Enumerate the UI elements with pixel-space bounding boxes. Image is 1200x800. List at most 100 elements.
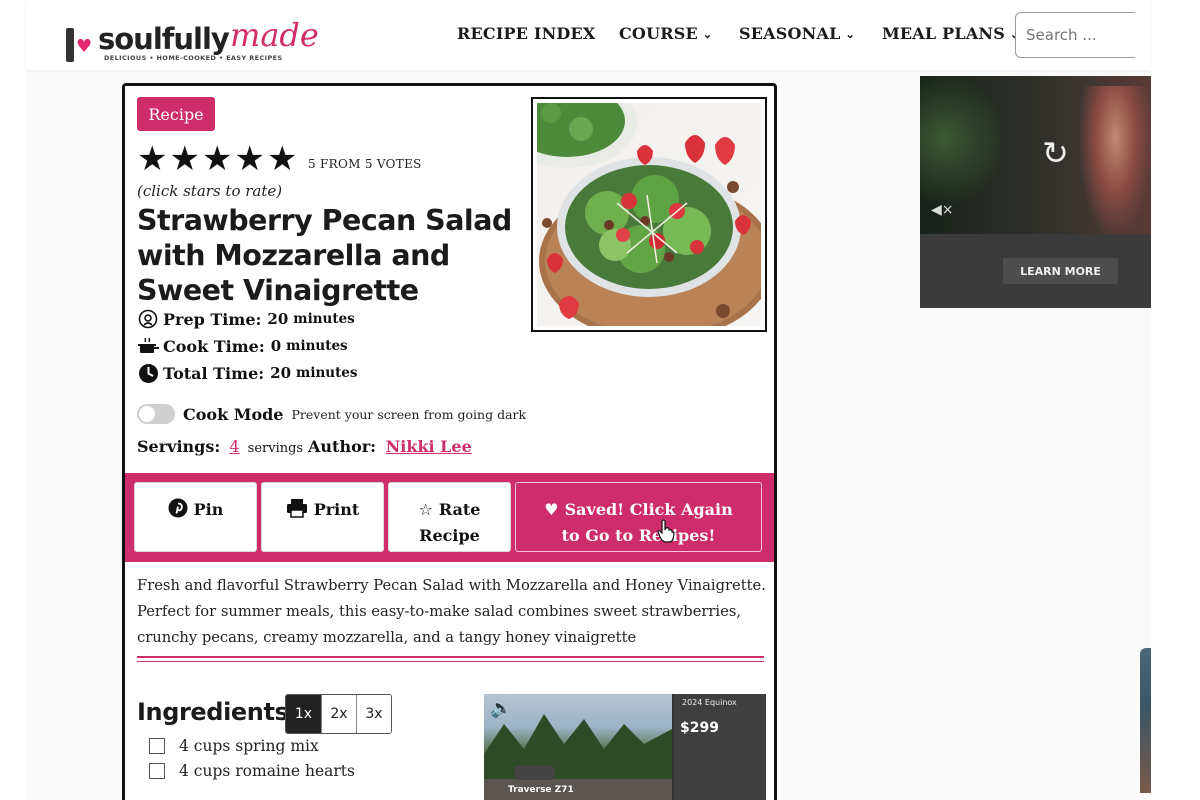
servings: Servings: 4 servings [137,437,303,456]
saved-recipes-button[interactable]: ♥ Saved! Click Again to Go to Recipes! [515,482,762,552]
chevron-down-icon: ⌄ [845,28,855,41]
ad-model: Traverse Z71 [508,785,574,795]
ingredients-title: Ingredients [137,698,289,726]
ingredient-checkbox[interactable] [149,763,165,779]
nav-meal-plans[interactable]: MEAL PLANS⌄ [882,24,1019,43]
star-icon[interactable]: ★ [234,142,264,176]
fork-icon [66,28,74,62]
heart-icon: ♥ [76,36,93,57]
author-label: Author: [308,437,377,456]
rate-recipe-button[interactable]: ☆ Rate Recipe [388,482,511,552]
rate-hint: (click stars to rate) [137,182,283,200]
ingredient-item: 4 cups spring mix [149,737,319,755]
salad-image [537,103,761,326]
rate-label-line1: Rate [438,500,481,519]
site-logo[interactable]: ♥ soulfully made DELICIOUS • HOME-COOKED… [64,16,319,66]
rating-votes: 5 FROM 5 VOTES [308,157,422,171]
scale-3x-button[interactable]: 3x [356,695,391,733]
logo-word-made: made [230,16,319,54]
mute-icon[interactable]: ◀× [931,202,954,218]
nav-recipe-index[interactable]: RECIPE INDEX [457,24,596,43]
nav-seasonal-label: SEASONAL [739,24,841,43]
star-icon[interactable]: ★ [169,142,199,176]
recipe-photo [531,97,767,332]
pin-label: Pin [193,500,224,519]
prep-time-value: 20 [267,310,289,328]
action-bar: Pin Print ☆ Rate Recipe ♥ Saved! Click Aga… [125,473,774,562]
recipe-badge: Recipe [137,97,215,131]
total-time-value: 20 [270,364,292,382]
rate-label-line2: Recipe [419,526,480,545]
rate-recipe-content: ☆ Rate Recipe [419,497,481,549]
stopwatch-icon [137,308,159,330]
section-divider [137,656,764,658]
pot-icon [137,335,159,357]
logo-word-soulfully: soulfully [98,22,230,56]
ingredient-text: 4 cups romaine hearts [179,762,355,780]
star-icon[interactable]: ★ [202,142,232,176]
author-link[interactable]: Nikki Lee [386,437,472,456]
nav-recipe-index-label: RECIPE INDEX [457,24,596,43]
cook-mode-description: Prevent your screen from going dark [291,406,527,422]
recipe-card: Recipe ★ ★ ★ ★ ★ 5 FROM 5 VOTES (click s… [122,83,777,800]
print-button[interactable]: Print [261,482,384,552]
ad-info-panel: 2024 Equinox $299 [674,694,766,800]
speaker-icon[interactable]: 🔈 [490,698,512,719]
servings-unit: servings [247,441,304,456]
cook-time-unit: minutes [286,338,348,354]
toggle-knob [139,406,155,422]
nav-meal-plans-label: MEAL PLANS [882,24,1006,43]
print-label: Print [313,500,360,519]
recipe-title: Strawberry Pecan Salad with Mozzarella a… [137,204,512,307]
ad-price: $299 [680,720,719,736]
prep-time-label: Prep Time: [163,309,262,329]
chevron-down-icon: ⌄ [702,28,713,41]
printer-icon [286,497,308,523]
site-header: ♥ soulfully made DELICIOUS • HOME-COOKED… [26,0,1151,70]
star-icon[interactable]: ★ [137,142,167,176]
edge-advertisement[interactable] [1140,648,1151,793]
star-icon[interactable]: ★ [267,142,297,176]
cook-mode-toggle[interactable] [137,404,175,424]
star-outline-icon: ☆ [418,500,433,519]
total-time-label: Total Time: [163,363,265,383]
hand-cursor-icon [657,519,675,543]
author: Author: Nikki Lee [308,437,472,456]
video-advertisement[interactable]: ↻ ◀× LEARN MORE [920,76,1151,308]
section-divider [137,661,764,662]
pinterest-icon [168,497,188,523]
pin-button[interactable]: Pin [134,482,257,552]
cook-mode: Cook Mode Prevent your screen from going… [137,404,526,424]
recipe-description: Fresh and flavorful Strawberry Pecan Sal… [137,577,766,646]
heart-icon: ♥ [544,500,559,519]
scale-selector: 1x 2x 3x [285,694,392,734]
servings-label: Servings: [137,437,221,456]
learn-more-button[interactable]: LEARN MORE [1003,258,1118,284]
saved-label-line2: to Go to Recipes! [561,526,716,545]
inline-advertisement[interactable]: 2024 Equinox $299 Traverse Z71 🔈 [484,694,766,800]
left-gutter [0,0,26,800]
cook-time: Cook Time: 0 minutes [137,335,348,357]
nav-course[interactable]: COURSE ⌄ [619,24,712,43]
cook-time-label: Cook Time: [163,336,265,356]
scale-2x-button[interactable]: 2x [321,695,356,733]
logo-tagline: DELICIOUS • HOME-COOKED • EASY RECIPES [104,54,283,62]
ingredient-text: 4 cups spring mix [179,737,319,755]
star-rating[interactable]: ★ ★ ★ ★ ★ [137,142,297,176]
scale-1x-button[interactable]: 1x [286,695,321,733]
ad-brand: 2024 Equinox [682,698,737,707]
servings-adjuster[interactable]: 4 [229,437,239,456]
clock-icon [137,362,159,384]
total-time: Total Time: 20 minutes [137,362,358,384]
ingredient-checkbox[interactable] [149,738,165,754]
search-input[interactable] [1015,12,1135,58]
replay-icon[interactable]: ↻ [1042,134,1069,172]
right-gutter [1151,0,1200,800]
saved-content: ♥ Saved! Click Again to Go to Recipes! [544,497,733,549]
ingredient-item: 4 cups romaine hearts [149,762,355,780]
total-time-unit: minutes [296,365,358,381]
cook-time-value: 0 [270,337,282,355]
video-person [1080,86,1151,234]
cook-mode-label: Cook Mode [183,404,284,424]
nav-seasonal[interactable]: SEASONAL ⌄ [739,24,855,43]
